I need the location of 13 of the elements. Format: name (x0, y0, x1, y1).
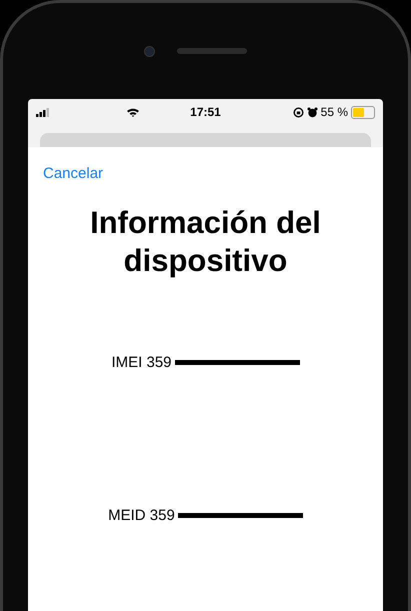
battery-percentage: 55 % (320, 105, 348, 119)
camera-icon (144, 46, 155, 56)
identifier-label: MEID 359 (108, 507, 175, 524)
cancel-link[interactable]: Cancelar (43, 165, 104, 182)
speaker-grille (177, 48, 247, 54)
alarm-icon (306, 106, 318, 118)
wifi-icon (126, 107, 140, 117)
battery-icon (351, 106, 375, 118)
clock-time: 17:51 (190, 105, 221, 119)
sheet-title: Información del dispositivo (89, 204, 322, 280)
rotation-lock-icon (292, 106, 304, 118)
signal-icon (36, 108, 50, 116)
identifier-label: IMEI 359 (111, 354, 172, 371)
